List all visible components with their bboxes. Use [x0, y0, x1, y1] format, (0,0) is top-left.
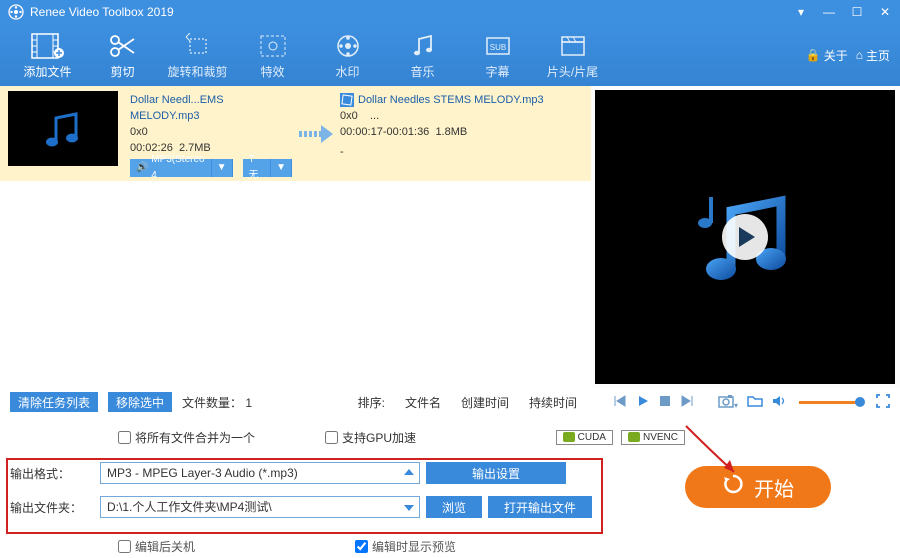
maximize-button[interactable]: ☐	[850, 5, 864, 19]
dest-dash: -	[340, 144, 587, 160]
file-count-label: 文件数量： 1	[182, 394, 252, 411]
toolbar-intro-outro[interactable]: 片头/片尾	[535, 27, 610, 83]
next-button[interactable]	[680, 394, 694, 411]
minimize-button[interactable]: —	[822, 5, 836, 19]
clapboard-icon	[559, 31, 587, 61]
speaker-icon: 🔊	[136, 160, 148, 176]
refresh-icon	[722, 473, 744, 501]
scissors-icon	[108, 31, 138, 61]
format-combo[interactable]: MP3 - MPEG Layer-3 Audio (*.mp3)	[100, 462, 420, 484]
home-link[interactable]: ⌂主页	[856, 47, 890, 64]
text-pill[interactable]: T 无	[243, 159, 272, 177]
clear-tasks-button[interactable]: 清除任务列表	[10, 392, 98, 412]
prev-button[interactable]	[613, 394, 627, 411]
toolbar-effects[interactable]: 特效	[235, 27, 310, 83]
preview-panel[interactable]	[595, 90, 895, 384]
folder-label: 输出文件夹：	[10, 499, 100, 516]
start-button[interactable]: 开始	[685, 466, 831, 508]
about-link[interactable]: 🔒关于	[806, 47, 848, 64]
source-filename: Dollar Needl...EMS MELODY.mp3	[130, 92, 292, 124]
audio-dropdown[interactable]: ▼	[212, 159, 233, 177]
volume-slider[interactable]	[799, 401, 861, 404]
remove-selected-button[interactable]: 移除选中	[108, 392, 172, 412]
app-logo-icon	[8, 4, 24, 20]
svg-text:SUB: SUB	[489, 43, 505, 52]
merge-checkbox[interactable]: 将所有文件合并为一个	[118, 429, 255, 446]
dest-filename: Dollar Needles STEMS MELODY.mp3	[358, 94, 544, 106]
play-button[interactable]	[636, 394, 650, 411]
toolbar-add-file[interactable]: 添加文件	[10, 27, 85, 83]
folder-combo[interactable]: D:\1.个人工作文件夹\MP4测试\	[100, 496, 420, 518]
gpu-checkbox[interactable]: 支持GPU加速	[325, 429, 416, 446]
toolbar-music[interactable]: 音乐	[385, 27, 460, 83]
sort-label: 排序:	[358, 394, 385, 411]
home-icon: ⌂	[856, 48, 863, 62]
window-title: Renee Video Toolbox 2019	[30, 5, 794, 19]
crop-icon	[184, 31, 212, 61]
effects-icon	[259, 31, 287, 61]
preview-checkbox[interactable]: 编辑时显示预览	[355, 538, 456, 555]
play-overlay-icon[interactable]	[722, 214, 768, 260]
dest-timerange: 00:00:17-00:01:36	[340, 126, 429, 138]
browse-button[interactable]: 浏览	[426, 496, 482, 518]
format-label: 输出格式：	[10, 465, 100, 482]
watermark-icon	[334, 31, 362, 61]
close-button[interactable]: ✕	[878, 5, 892, 19]
cuda-badge: CUDA	[556, 430, 613, 445]
arrow-icon	[296, 86, 336, 181]
film-add-icon	[31, 31, 65, 61]
snapshot-button[interactable]: ▾	[718, 394, 738, 411]
toolbar-watermark[interactable]: 水印	[310, 27, 385, 83]
subtitle-icon: SUB	[484, 31, 512, 61]
dest-dimensions: 0x0	[340, 110, 358, 122]
dropdown-icon[interactable]: ▾	[794, 5, 808, 19]
open-output-button[interactable]: 打开输出文件	[488, 496, 592, 518]
sort-by-duration[interactable]: 持续时间	[529, 394, 577, 411]
shutdown-checkbox[interactable]: 编辑后关机	[118, 538, 195, 555]
sort-by-name[interactable]: 文件名	[405, 394, 441, 411]
file-thumbnail	[8, 91, 118, 166]
text-dropdown[interactable]: ▼	[271, 159, 292, 177]
lock-icon: 🔒	[806, 48, 821, 62]
toolbar-cut[interactable]: 剪切	[85, 27, 160, 83]
file-row[interactable]: Dollar Needl...EMS MELODY.mp3 0x0 00:02:…	[0, 86, 591, 181]
toolbar-subtitle[interactable]: SUB 字幕	[460, 27, 535, 83]
stop-button[interactable]	[659, 395, 671, 410]
open-folder-button[interactable]	[747, 394, 763, 410]
music-icon	[411, 31, 435, 61]
audio-info-pill[interactable]: 🔊 MP3(Stereo 4	[130, 159, 212, 177]
file-list: Dollar Needl...EMS MELODY.mp3 0x0 00:02:…	[0, 86, 591, 388]
edit-icon[interactable]	[340, 93, 354, 107]
toolbar-rotate-crop[interactable]: 旋转和裁剪	[160, 27, 235, 83]
volume-button[interactable]	[772, 394, 788, 411]
source-dimensions: 0x0	[130, 124, 292, 140]
nvenc-badge: NVENC	[621, 430, 685, 445]
sort-by-ctime[interactable]: 创建时间	[461, 394, 509, 411]
output-settings-button[interactable]: 输出设置	[426, 462, 566, 484]
dest-size: 1.8MB	[435, 126, 467, 138]
fullscreen-button[interactable]	[876, 394, 890, 411]
